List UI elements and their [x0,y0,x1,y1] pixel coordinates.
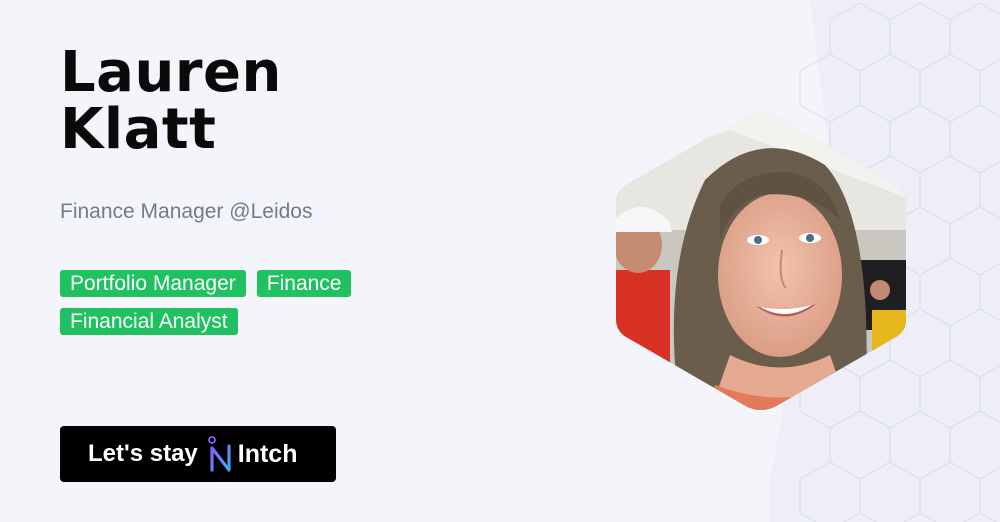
intch-brand-text: Intch [237,439,298,468]
tag-finance: Finance [256,270,352,297]
profile-photo [616,113,906,411]
profile-headline: Finance Manager @Leidos [60,200,313,223]
intch-logo-icon [207,436,234,472]
last-name: Klatt [60,97,217,162]
tag-list: Portfolio Manager Finance Financial Anal… [60,270,420,346]
tag-portfolio-manager: Portfolio Manager [60,270,246,297]
cta-label: Let's stay [88,440,198,467]
first-name: Lauren [60,40,282,105]
tag-financial-analyst: Financial Analyst [60,308,238,335]
lets-stay-intch-button[interactable]: Let's stay Intch [60,426,336,482]
profile-name: Lauren Klatt [60,44,282,158]
